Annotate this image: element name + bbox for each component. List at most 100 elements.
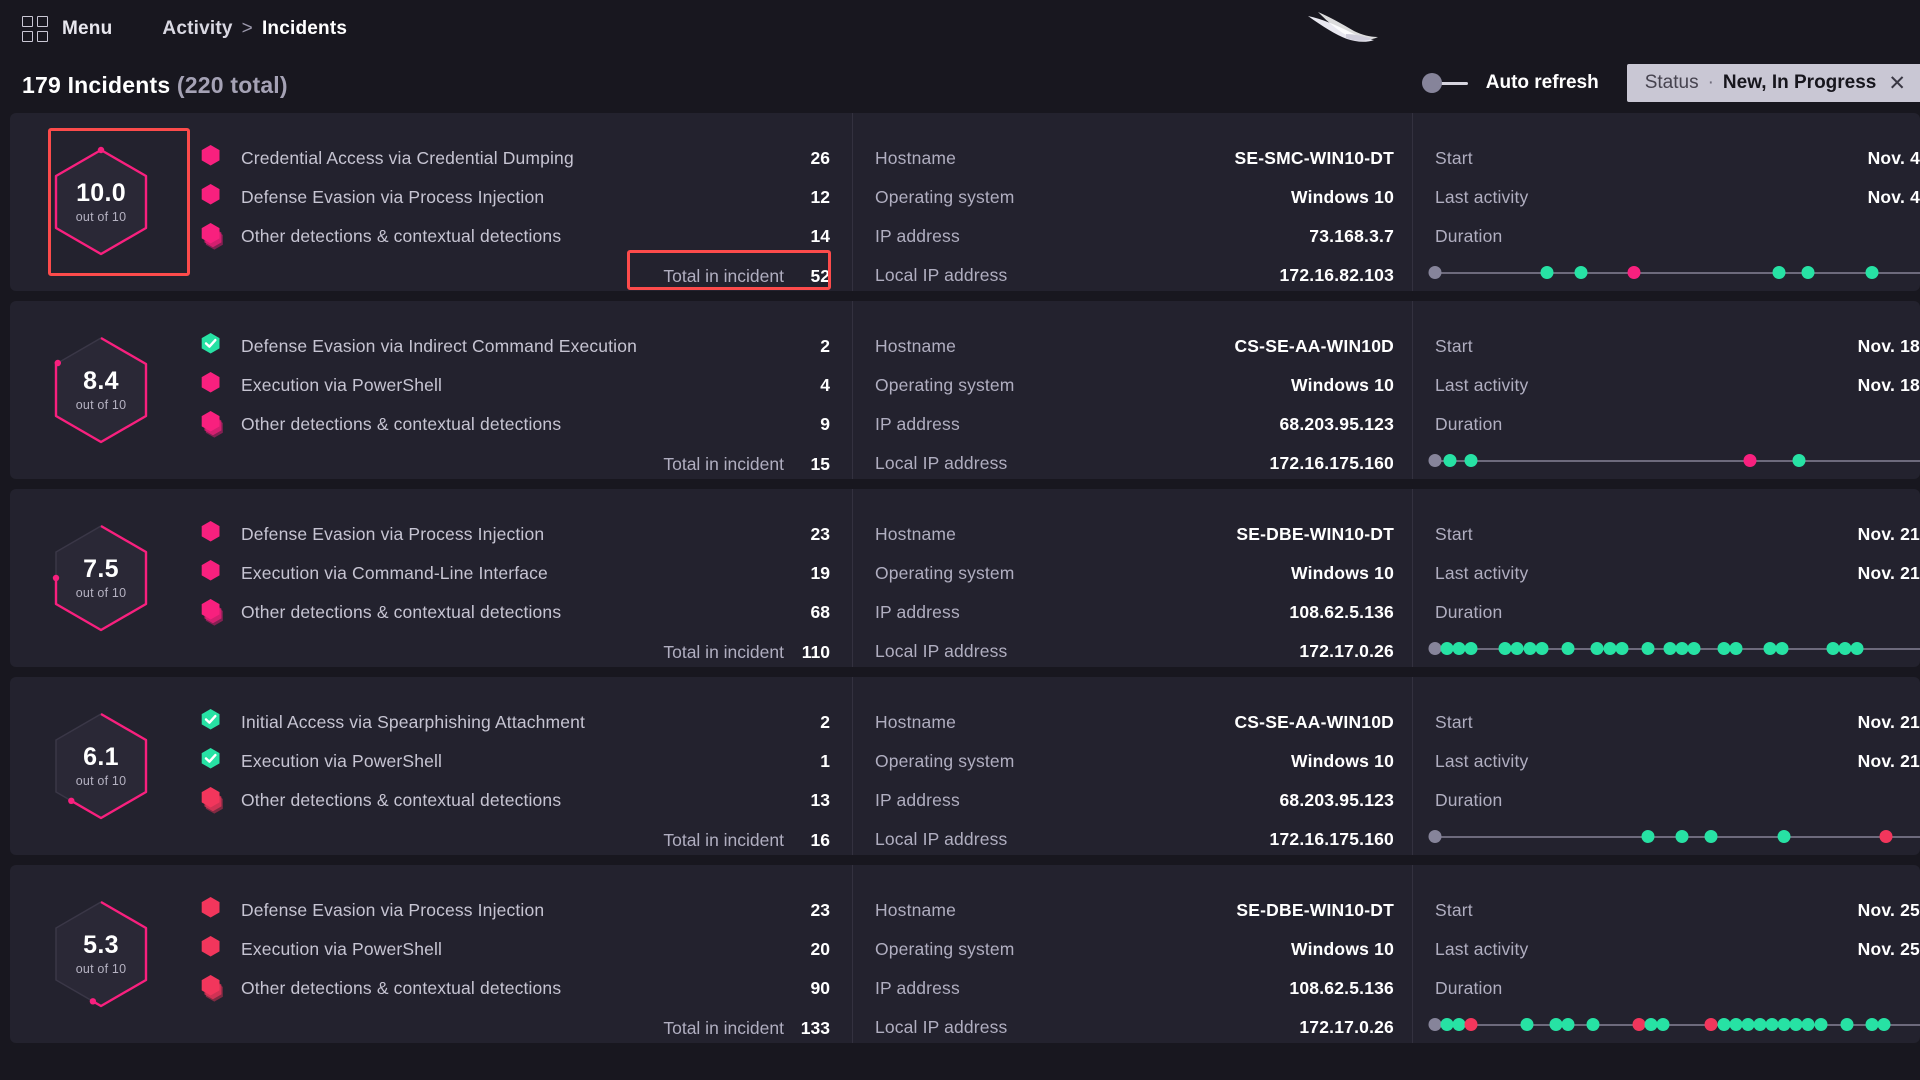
timeline-dot[interactable] [1453, 642, 1466, 655]
timeline-dot[interactable] [1499, 642, 1512, 655]
timeline-dot[interactable] [1465, 642, 1478, 655]
timeline-dot[interactable] [1591, 642, 1604, 655]
detection-row: Defense Evasion via Process Injection23 [197, 891, 830, 930]
timeline-dot[interactable] [1790, 1018, 1803, 1031]
last-activity-time-label: Last activity [1435, 563, 1858, 584]
timeline-dot[interactable] [1550, 1018, 1563, 1031]
activity-timeline[interactable] [1435, 450, 1920, 472]
timeline-dot[interactable] [1778, 1018, 1791, 1031]
timeline-dot[interactable] [1753, 1018, 1766, 1031]
timeline-dot[interactable] [1586, 1018, 1599, 1031]
incident-row[interactable]: 7.5out of 10Defense Evasion via Process … [10, 489, 1920, 667]
timeline-dot[interactable] [1850, 642, 1863, 655]
timeline-dot[interactable] [1453, 1018, 1466, 1031]
detection-count: 9 [784, 414, 830, 435]
incident-row[interactable]: 5.3out of 10Defense Evasion via Process … [10, 865, 1920, 1043]
timeline-dot[interactable] [1465, 454, 1478, 467]
timeline-dot[interactable] [1429, 1018, 1442, 1031]
timeline-dot[interactable] [1705, 1018, 1718, 1031]
timeline-dot[interactable] [1775, 642, 1788, 655]
timeline-dot[interactable] [1773, 266, 1786, 279]
timeline-dot[interactable] [1632, 1018, 1645, 1031]
breadcrumb-root[interactable]: Activity [162, 18, 232, 40]
last-activity-time-row: Last activityNov. 4 [1435, 178, 1920, 217]
timeline-dot[interactable] [1664, 642, 1677, 655]
detection-count: 26 [784, 148, 830, 169]
activity-timeline[interactable] [1435, 1014, 1920, 1036]
auto-refresh-toggle[interactable] [1422, 73, 1472, 93]
timeline-dot[interactable] [1705, 830, 1718, 843]
activity-timeline[interactable] [1435, 638, 1920, 660]
timeline-dot[interactable] [1688, 642, 1701, 655]
metadata-label: Hostname [875, 148, 1234, 169]
timeline-dot[interactable] [1763, 642, 1776, 655]
timeline-dot[interactable] [1429, 454, 1442, 467]
timeline-dot[interactable] [1676, 642, 1689, 655]
start-time-row: StartNov. 25 [1435, 891, 1920, 930]
timeline-dot[interactable] [1865, 1018, 1878, 1031]
timeline-dot[interactable] [1778, 830, 1791, 843]
timeline-dot[interactable] [1802, 1018, 1815, 1031]
timeline-dot[interactable] [1535, 642, 1548, 655]
timeline-dot[interactable] [1676, 830, 1689, 843]
crowdstrike-falcon-logo-icon [1300, 6, 1395, 50]
timeline-dot[interactable] [1841, 1018, 1854, 1031]
timeline-dot[interactable] [1865, 266, 1878, 279]
detection-row: Execution via PowerShell20 [197, 930, 830, 969]
timeline-dot[interactable] [1441, 642, 1454, 655]
timeline-dot[interactable] [1880, 830, 1893, 843]
timeline-dot[interactable] [1826, 642, 1839, 655]
timeline-dot[interactable] [1741, 1018, 1754, 1031]
timeline-dot[interactable] [1574, 266, 1587, 279]
metadata-row: Operating systemWindows 10 [875, 742, 1394, 781]
close-icon[interactable]: ✕ [1888, 71, 1906, 96]
timeline-dot[interactable] [1441, 1018, 1454, 1031]
timeline-dot[interactable] [1562, 1018, 1575, 1031]
timeline-dot[interactable] [1615, 642, 1628, 655]
timeline-dot[interactable] [1627, 266, 1640, 279]
timeline-dot[interactable] [1802, 266, 1815, 279]
incident-row[interactable]: 8.4out of 10Defense Evasion via Indirect… [10, 301, 1920, 479]
incident-row[interactable]: 6.1out of 10Initial Access via Spearphis… [10, 677, 1920, 855]
timeline-dot[interactable] [1656, 1018, 1669, 1031]
metadata-label: Local IP address [875, 453, 1270, 474]
timeline-dot[interactable] [1429, 642, 1442, 655]
timeline-dot[interactable] [1443, 454, 1456, 467]
total-in-incident-value: 16 [784, 830, 830, 851]
timeline-dot[interactable] [1644, 1018, 1657, 1031]
incident-row[interactable]: 10.0out of 10Credential Access via Crede… [10, 113, 1920, 291]
duration-label: Duration [1435, 978, 1920, 999]
timeline-dot[interactable] [1511, 642, 1524, 655]
timeline-dot[interactable] [1429, 830, 1442, 843]
activity-timeline[interactable] [1435, 262, 1920, 284]
timeline-dot[interactable] [1523, 642, 1536, 655]
timeline-dot[interactable] [1744, 454, 1757, 467]
score-text: 6.1out of 10 [48, 707, 154, 825]
timeline-dot[interactable] [1562, 642, 1575, 655]
timeline-dot[interactable] [1603, 642, 1616, 655]
timeline-dot[interactable] [1642, 830, 1655, 843]
timeline-dot[interactable] [1540, 266, 1553, 279]
timeline-dot[interactable] [1729, 642, 1742, 655]
timeline-dot[interactable] [1465, 1018, 1478, 1031]
metadata-row: IP address108.62.5.136 [875, 593, 1394, 632]
timeline-dot[interactable] [1429, 266, 1442, 279]
timeline-dot[interactable] [1717, 1018, 1730, 1031]
menu-button[interactable]: Menu [22, 16, 112, 42]
timeline-dot[interactable] [1838, 642, 1851, 655]
activity-timeline[interactable] [1435, 826, 1920, 848]
timeline-dot[interactable] [1766, 1018, 1779, 1031]
timeline-dot[interactable] [1814, 1018, 1827, 1031]
detection-name: Defense Evasion via Process Injection [227, 900, 784, 921]
detection-count: 23 [784, 524, 830, 545]
metadata-label: Local IP address [875, 829, 1270, 850]
timeline-dot[interactable] [1642, 642, 1655, 655]
timeline-dot[interactable] [1877, 1018, 1890, 1031]
status-filter-chip[interactable]: Status · New, In Progress ✕ [1627, 64, 1920, 102]
timeline-dot[interactable] [1717, 642, 1730, 655]
timeline-dot[interactable] [1792, 454, 1805, 467]
timeline-dot[interactable] [1521, 1018, 1534, 1031]
top-bar: Menu Activity > Incidents [0, 0, 1920, 58]
toggle-track [1438, 82, 1468, 85]
timeline-dot[interactable] [1729, 1018, 1742, 1031]
